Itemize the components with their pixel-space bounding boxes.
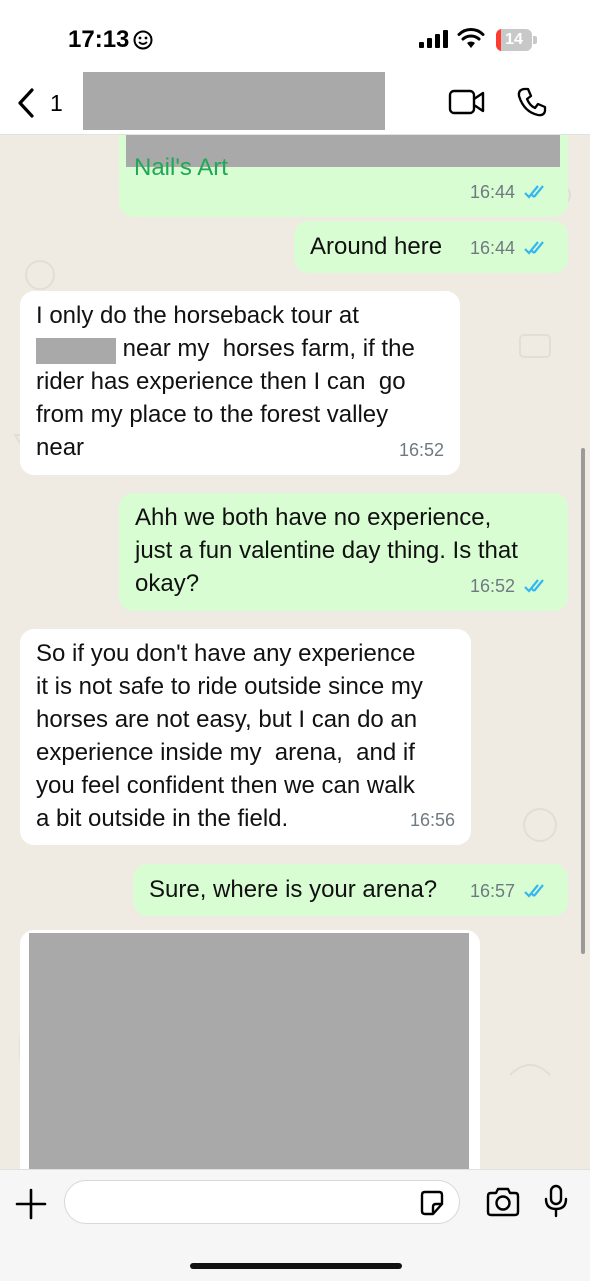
plus-icon[interactable]	[14, 1187, 48, 1221]
message-input[interactable]	[64, 1180, 460, 1224]
outgoing-message[interactable]: Ahh we both have no experience, just a f…	[119, 493, 568, 611]
status-time: 17:13	[68, 26, 130, 53]
incoming-message[interactable]: I only do the horseback tour at near my …	[20, 291, 460, 475]
message-text: I only do the horseback tour at near my …	[36, 302, 415, 461]
message-time: 16:44	[470, 176, 552, 209]
home-indicator[interactable]	[190, 1263, 402, 1269]
redacted-image[interactable]	[29, 933, 469, 1169]
message-time: 16:44	[470, 232, 552, 265]
message-text: Sure, where is your arena?	[149, 876, 438, 903]
message-text: Around here	[310, 233, 443, 260]
cellular-signal-icon	[419, 30, 448, 48]
double-check-icon	[524, 579, 544, 593]
status-bar: 17:13 14	[0, 0, 590, 72]
video-camera-icon[interactable]	[448, 88, 486, 116]
camera-icon[interactable]	[485, 1187, 521, 1217]
battery-icon: 14	[496, 29, 538, 51]
double-check-icon	[524, 884, 544, 898]
unread-count: 1	[50, 90, 63, 116]
sticker-icon[interactable]	[418, 1189, 446, 1217]
chat-messages[interactable]: Nail's Art 16:44 Around here 16:44 I onl…	[0, 135, 590, 1169]
wifi-icon	[457, 28, 485, 48]
chevron-left-icon	[18, 88, 34, 118]
redacted-location	[36, 338, 116, 364]
outgoing-message[interactable]: Sure, where is your arena? 16:57	[133, 864, 568, 916]
double-check-icon	[524, 241, 544, 255]
contact-name-redacted[interactable]	[83, 72, 385, 130]
chat-header: 1	[0, 72, 590, 135]
message-text: Ahh we both have no experience, just a f…	[135, 504, 518, 597]
message-time: 16:57	[470, 875, 552, 908]
battery-level: 14	[505, 31, 523, 48]
message-time: 16:56	[409, 810, 455, 830]
message-text: So if you don't have any experience it i…	[36, 640, 423, 832]
incoming-media-message[interactable]	[20, 930, 480, 1169]
message-input-bar	[0, 1169, 590, 1281]
outgoing-message[interactable]: Nail's Art 16:44	[119, 135, 568, 217]
link-title[interactable]: Nail's Art	[134, 151, 228, 184]
scrollbar[interactable]	[581, 448, 585, 954]
message-time: 16:52	[470, 570, 552, 603]
do-not-disturb-icon	[133, 30, 153, 50]
outgoing-message[interactable]: Around here 16:44	[294, 221, 568, 273]
phone-icon[interactable]	[516, 86, 548, 118]
microphone-icon[interactable]	[544, 1184, 568, 1218]
message-time: 16:52	[398, 440, 444, 460]
back-button[interactable]: 1	[14, 82, 74, 122]
incoming-message[interactable]: So if you don't have any experience it i…	[20, 629, 471, 845]
double-check-icon	[524, 185, 544, 199]
